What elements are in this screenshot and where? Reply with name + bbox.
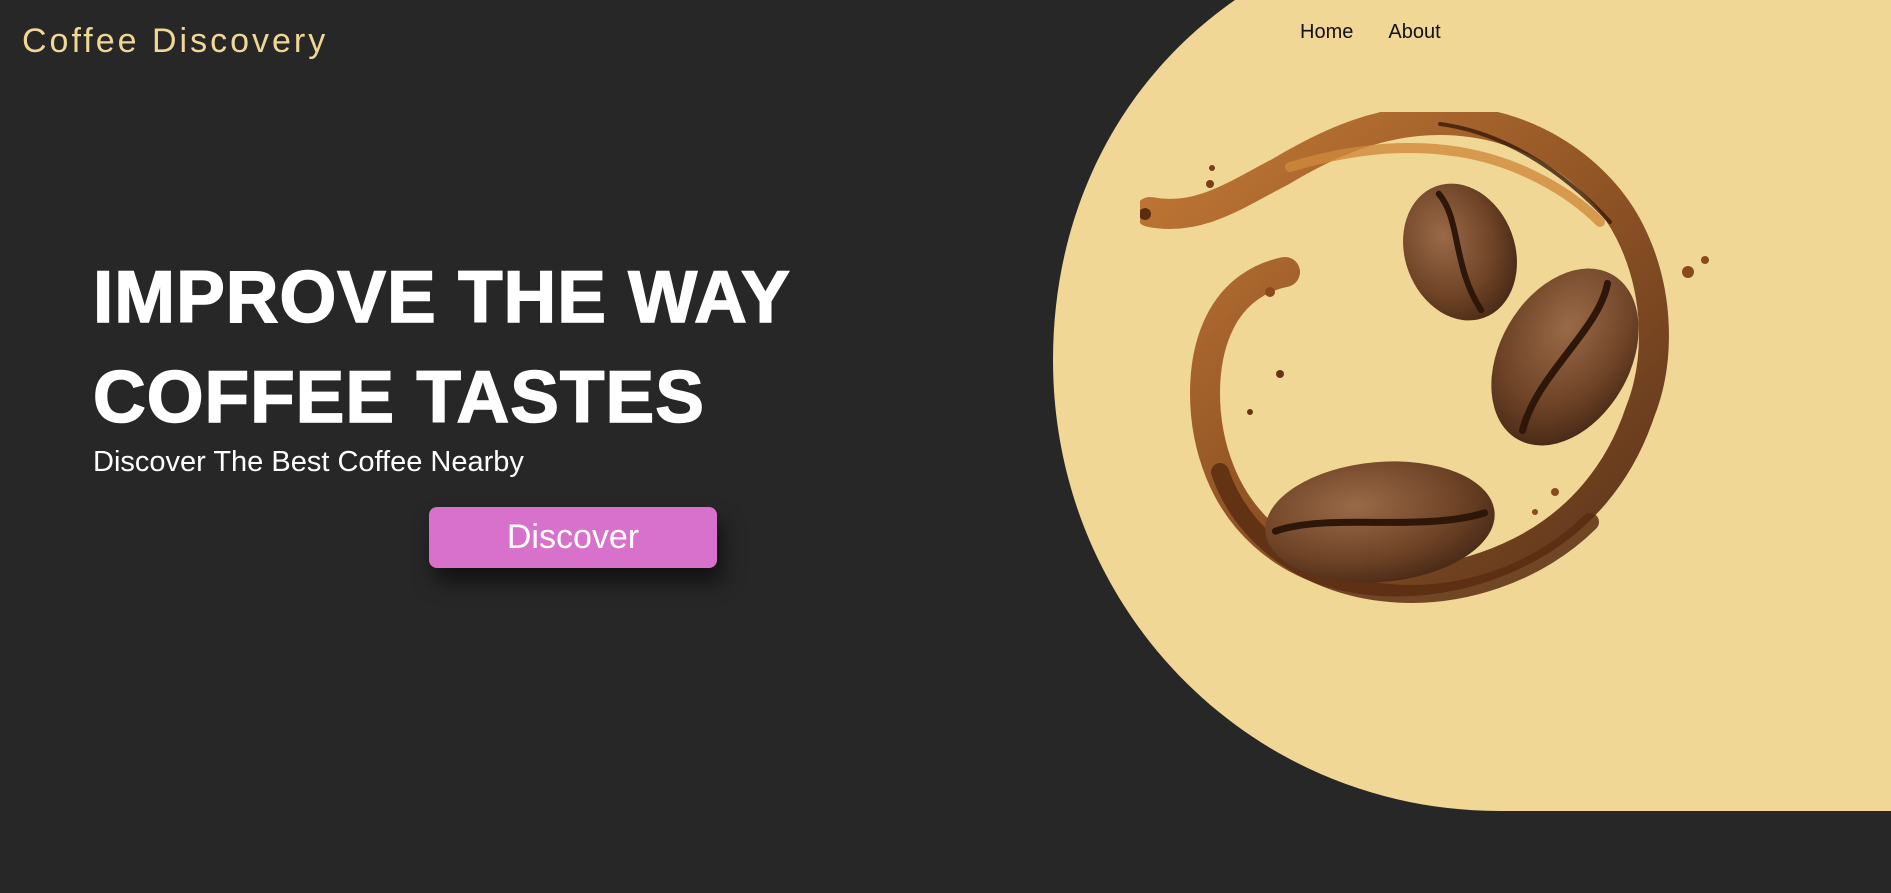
hero-headline-line2: COFFEE TASTES (92, 356, 705, 439)
coffee-splash-image (1140, 112, 1709, 603)
hero-headline-line1: IMPROVE THE WAY (92, 256, 791, 339)
page: Coffee Discovery Home About IMPROVE THE … (0, 0, 1891, 893)
hero-subheading: Discover The Best Coffee Nearby (93, 446, 524, 478)
main-nav: Home About (1300, 21, 1441, 44)
site-logo[interactable]: Coffee Discovery (22, 22, 328, 61)
discover-button[interactable]: Discover (429, 507, 717, 568)
nav-link-about[interactable]: About (1388, 21, 1440, 44)
nav-link-home[interactable]: Home (1300, 21, 1353, 44)
hero-headline: IMPROVE THE WAY COFFEE TASTES (92, 248, 853, 448)
